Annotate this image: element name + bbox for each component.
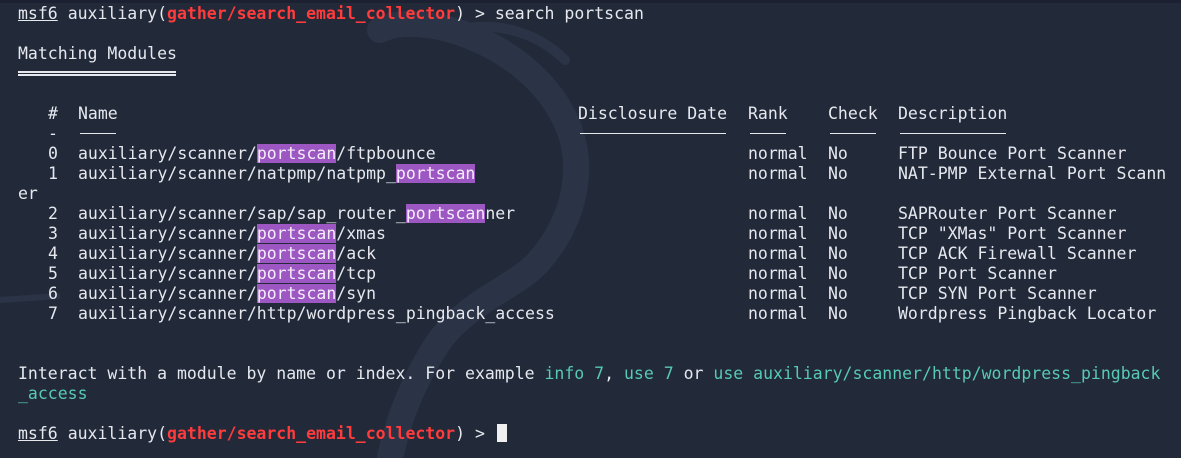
row-num: 5 xyxy=(48,264,58,283)
row-check: No xyxy=(828,264,848,283)
row-check: No xyxy=(828,284,848,303)
row-check: No xyxy=(828,304,848,323)
row-description: FTP Bounce Port Scanner xyxy=(898,144,1127,163)
header-name: Name xyxy=(78,104,118,123)
results-title: Matching Modules xyxy=(18,44,177,63)
row-check: No xyxy=(828,204,848,223)
row-description: NAT-PMP External Port Scann xyxy=(898,164,1167,183)
row-module-name: auxiliary/scanner/portscan/xmas xyxy=(78,224,386,243)
prompt-close: ) > xyxy=(455,4,495,23)
search-highlight: portscan xyxy=(395,164,476,183)
row-module-name: auxiliary/scanner/sap/sap_router_portsca… xyxy=(78,204,516,223)
row-num: 7 xyxy=(48,304,58,323)
search-highlight: portscan xyxy=(405,204,486,223)
command-prompt-line: msf6 auxiliary(gather/search_email_colle… xyxy=(18,4,644,24)
row-num: 3 xyxy=(48,224,58,243)
top-edge xyxy=(0,0,1181,3)
prompt-module-path: gather/search_email_collector xyxy=(167,4,456,23)
header-num: # xyxy=(48,104,58,123)
row-check: No xyxy=(828,164,848,183)
entered-command: search portscan xyxy=(494,4,644,23)
row-rank: normal xyxy=(748,144,808,163)
row-check: No xyxy=(828,224,848,243)
header-description: Description xyxy=(898,104,1008,123)
row-rank: normal xyxy=(748,204,808,223)
row-rank: normal xyxy=(748,224,808,243)
row-rank: normal xyxy=(748,304,808,323)
text-cursor xyxy=(496,424,507,442)
row-description-wrap: er xyxy=(18,184,38,203)
row-num: 6 xyxy=(48,284,58,303)
prompt-name: msf6 xyxy=(18,4,58,23)
row-module-name: auxiliary/scanner/portscan/syn xyxy=(78,284,377,303)
row-module-name: auxiliary/scanner/portscan/ack xyxy=(78,244,377,263)
row-num: 0 xyxy=(48,144,58,163)
row-description: TCP SYN Port Scanner xyxy=(898,284,1097,303)
title-double-underline xyxy=(18,71,176,76)
info-example: info 7 xyxy=(544,364,605,383)
row-rank: normal xyxy=(748,264,808,283)
prompt-name: msf6 xyxy=(18,424,58,443)
row-description: TCP ACK Firewall Scanner xyxy=(898,244,1137,263)
dash-name xyxy=(80,133,116,134)
row-num: 1 xyxy=(48,164,58,183)
row-module-name: auxiliary/scanner/portscan/tcp xyxy=(78,264,377,283)
use-index-example: use 7 xyxy=(623,364,674,383)
interact-hint: Interact with a module by name or index.… xyxy=(18,364,1161,383)
row-description: TCP Port Scanner xyxy=(898,264,1057,283)
row-rank: normal xyxy=(748,244,808,263)
row-description: SAPRouter Port Scanner xyxy=(898,204,1117,223)
search-highlight: portscan xyxy=(256,284,337,303)
header-disclosure-date: Disclosure Date xyxy=(578,104,728,123)
search-highlight: portscan xyxy=(256,224,337,243)
terminal-window[interactable]: msf6 auxiliary(gather/search_email_colle… xyxy=(0,0,1181,458)
search-highlight: portscan xyxy=(256,244,337,263)
dash-check xyxy=(830,133,876,134)
row-rank: normal xyxy=(748,164,808,183)
use-name-example-wrap: _access xyxy=(18,384,88,403)
prompt-module-path: gather/search_email_collector xyxy=(167,424,456,443)
dash-rank xyxy=(750,133,786,134)
dash-date xyxy=(580,133,726,134)
row-num: 2 xyxy=(48,204,58,223)
prompt-module-word: auxiliary( xyxy=(67,424,168,443)
prompt-close: ) > xyxy=(455,424,495,443)
row-description: Wordpress Pingback Locator xyxy=(898,304,1157,323)
dash-num: - xyxy=(48,124,58,143)
row-check: No xyxy=(828,244,848,263)
row-check: No xyxy=(828,144,848,163)
search-highlight: portscan xyxy=(256,144,337,163)
row-num: 4 xyxy=(48,244,58,263)
row-description: TCP "XMas" Port Scanner xyxy=(898,224,1127,243)
row-rank: normal xyxy=(748,284,808,303)
header-rank: Rank xyxy=(748,104,788,123)
search-highlight: portscan xyxy=(256,264,337,283)
command-prompt-input[interactable]: msf6 auxiliary(gather/search_email_colle… xyxy=(18,424,507,444)
row-module-name: auxiliary/scanner/portscan/ftpbounce xyxy=(78,144,436,163)
prompt-module-word: auxiliary( xyxy=(67,4,168,23)
dash-description xyxy=(900,133,1006,134)
use-name-example: use auxiliary/scanner/http/wordpress_pin… xyxy=(713,364,1161,383)
row-module-name: auxiliary/scanner/http/wordpress_pingbac… xyxy=(78,304,555,323)
header-check: Check xyxy=(828,104,878,123)
row-module-name: auxiliary/scanner/natpmp/natpmp_portscan xyxy=(78,164,476,183)
